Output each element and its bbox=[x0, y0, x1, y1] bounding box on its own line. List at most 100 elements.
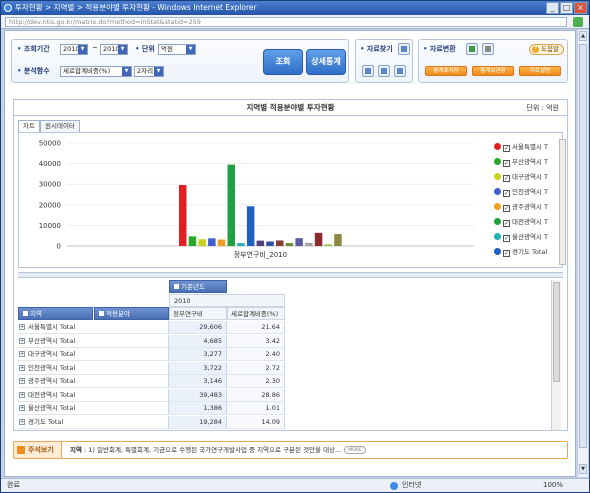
digits-select[interactable]: 2자리 ▼ bbox=[134, 66, 164, 77]
table-cell-amount: 3,277 bbox=[169, 348, 227, 361]
unit-select[interactable]: 억원 ▼ bbox=[158, 44, 196, 55]
pivot-table: 기준년도 2010 지역 적용분야 정부연구비 세로합계비중(%) + 서울특별시… bbox=[18, 280, 563, 430]
stats-archive-button[interactable]: 통계보관함 bbox=[472, 66, 514, 76]
legend-label: 대전광역시 T bbox=[512, 218, 548, 226]
scroll-up-arrow[interactable]: ▲ bbox=[579, 31, 587, 41]
expand-icon[interactable]: + bbox=[19, 405, 25, 411]
bar[interactable] bbox=[266, 241, 274, 246]
legend-item[interactable]: ✓ 서울특별시 T bbox=[494, 141, 548, 153]
expand-icon[interactable]: + bbox=[19, 391, 25, 398]
legend-item[interactable]: ✓ 대전광역시 T bbox=[494, 216, 548, 228]
page-scrollbar[interactable]: ▲ ▼ bbox=[577, 30, 588, 477]
year-from-select[interactable]: 2010 ▼ bbox=[60, 44, 88, 55]
zoom-level[interactable]: 100% bbox=[543, 479, 563, 492]
chart-view-icon[interactable] bbox=[394, 65, 406, 77]
checkbox[interactable]: ✓ bbox=[503, 205, 510, 212]
more-button[interactable]: MORE bbox=[344, 446, 366, 454]
bar[interactable] bbox=[314, 232, 323, 246]
checkbox[interactable]: ✓ bbox=[503, 190, 510, 197]
table-row-label[interactable]: + 경기도 Total bbox=[18, 415, 169, 429]
table-row-label[interactable]: + 부산광역시 Total bbox=[18, 334, 169, 348]
checkbox[interactable]: ✓ bbox=[503, 145, 510, 152]
close-button[interactable]: × bbox=[574, 2, 587, 14]
scrollbar-thumb[interactable] bbox=[553, 282, 560, 382]
table-row-label[interactable]: + 울산광역시 Total bbox=[18, 402, 169, 415]
scrollbar-thumb[interactable] bbox=[579, 44, 587, 448]
y-tick-label: 40000 bbox=[39, 160, 61, 168]
filter-icon bbox=[23, 311, 28, 316]
expand-icon[interactable]: + bbox=[19, 337, 25, 344]
print-icon[interactable] bbox=[482, 43, 494, 55]
table-row-label[interactable]: + 광주광역시 Total bbox=[18, 375, 169, 388]
year-to-select[interactable]: 2010 ▼ bbox=[100, 44, 128, 55]
search-button[interactable]: 조회 bbox=[263, 49, 303, 75]
x-axis-label: 정부연구비_2010 bbox=[234, 250, 288, 259]
bar[interactable] bbox=[246, 206, 255, 246]
tab-raw-data[interactable]: 원시데이터 bbox=[40, 120, 80, 132]
address-input[interactable]: http://dev.ntis.go.kr/matrix.do?method=i… bbox=[5, 17, 567, 27]
bar[interactable] bbox=[208, 238, 216, 246]
maximize-button[interactable]: □ bbox=[560, 2, 573, 14]
tab-chart[interactable]: 차트 bbox=[18, 120, 40, 132]
legend-item[interactable]: ✓ 인천광역시 T bbox=[494, 186, 548, 198]
excel-icon[interactable] bbox=[466, 43, 478, 55]
y-tick-label: 10000 bbox=[39, 222, 61, 230]
splitter[interactable] bbox=[18, 272, 563, 278]
checkbox[interactable]: ✓ bbox=[503, 160, 510, 167]
bar[interactable] bbox=[217, 239, 226, 246]
checkbox[interactable]: ✓ bbox=[503, 235, 510, 242]
table-scrollbar[interactable] bbox=[551, 280, 561, 430]
row-header-region[interactable]: 지역 bbox=[18, 307, 93, 320]
y-tick-label: 50000 bbox=[39, 140, 61, 148]
save-stats-button[interactable]: 통계표저장 bbox=[425, 66, 467, 76]
bar[interactable] bbox=[237, 243, 245, 246]
checkbox[interactable]: ✓ bbox=[503, 175, 510, 182]
bar[interactable] bbox=[334, 234, 342, 246]
bar[interactable] bbox=[295, 238, 303, 246]
checkbox[interactable]: ✓ bbox=[503, 250, 510, 257]
pivot-column-header[interactable]: 기준년도 bbox=[169, 280, 227, 293]
bar[interactable] bbox=[179, 185, 187, 246]
table-cell-share: 21.64 bbox=[227, 321, 285, 334]
legend-item[interactable]: ✓ 광주광역시 T bbox=[494, 201, 548, 213]
bar[interactable] bbox=[276, 240, 284, 246]
bar[interactable] bbox=[188, 236, 197, 246]
checkbox[interactable]: ✓ bbox=[503, 220, 510, 227]
table-row-label[interactable]: + 서울특별시 Total bbox=[18, 321, 169, 334]
detail-stats-button[interactable]: 상세통계 bbox=[306, 49, 346, 75]
table-row-label[interactable]: + 인천광역시 Total bbox=[18, 361, 169, 375]
legend-item[interactable]: ✓ 울산광역시 T bbox=[494, 231, 548, 243]
legend-scrollbar[interactable] bbox=[559, 139, 566, 265]
table-cell-share: 2.40 bbox=[227, 348, 285, 361]
table-view-icon[interactable] bbox=[378, 65, 390, 77]
expand-icon[interactable]: + bbox=[19, 418, 25, 425]
legend-item[interactable]: ✓ 경기도 Total bbox=[494, 246, 547, 258]
legend-color-swatch bbox=[494, 218, 501, 225]
chevron-down-icon: ▼ bbox=[154, 67, 163, 76]
go-icon[interactable] bbox=[573, 17, 583, 27]
list-view-icon[interactable] bbox=[362, 65, 374, 77]
note-toggle-button[interactable]: 주석보기 bbox=[14, 442, 62, 458]
legend-item[interactable]: ✓ 부산광역시 T bbox=[494, 156, 548, 168]
data-description-button[interactable]: 자료설명 bbox=[519, 66, 561, 76]
bar[interactable] bbox=[227, 164, 236, 246]
minimize-button[interactable]: _ bbox=[546, 2, 559, 14]
bar[interactable] bbox=[305, 242, 313, 246]
row-header-field[interactable]: 적용분야 bbox=[94, 307, 169, 320]
function-select[interactable]: 세로합계비중(%) ▼ bbox=[60, 66, 132, 77]
legend-color-swatch bbox=[494, 143, 501, 150]
legend-item[interactable]: ✓ 대구광역시 T bbox=[494, 171, 548, 183]
expand-icon[interactable]: + bbox=[19, 364, 25, 371]
bar[interactable] bbox=[324, 244, 333, 246]
table-row-label[interactable]: + 대전광역시 Total bbox=[18, 388, 169, 402]
expand-icon[interactable]: + bbox=[19, 378, 25, 384]
expand-icon[interactable]: + bbox=[19, 351, 25, 357]
bar[interactable] bbox=[256, 240, 265, 246]
bar[interactable] bbox=[285, 243, 294, 246]
scroll-down-arrow[interactable]: ▼ bbox=[579, 464, 587, 474]
help-button[interactable]: 도움말 bbox=[529, 44, 564, 55]
expand-icon[interactable]: + bbox=[19, 324, 25, 330]
table-row-label[interactable]: + 대구광역시 Total bbox=[18, 348, 169, 361]
bar[interactable] bbox=[198, 239, 206, 246]
search-icon[interactable] bbox=[398, 43, 410, 55]
